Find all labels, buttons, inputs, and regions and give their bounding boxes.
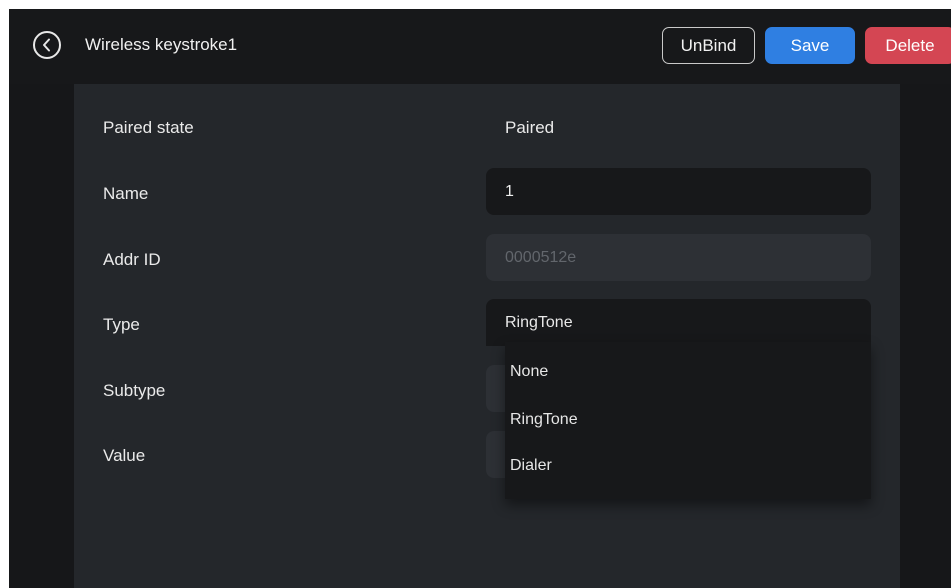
save-button[interactable]: Save: [765, 27, 855, 64]
paired-state-value: Paired: [505, 118, 555, 137]
dropdown-option-ringtone[interactable]: RingTone: [510, 410, 578, 430]
dropdown-option-none[interactable]: None: [510, 362, 548, 382]
type-dropdown-menu: None RingTone Dialer: [505, 342, 871, 499]
paired-state-label: Paired state: [103, 118, 194, 137]
name-field[interactable]: 1: [486, 168, 871, 215]
back-button[interactable]: [33, 31, 61, 59]
app-screen: Wireless keystroke1 UnBind Save Delete P…: [9, 9, 951, 588]
unbind-button[interactable]: UnBind: [662, 27, 755, 64]
dropdown-option-dialer[interactable]: Dialer: [510, 456, 552, 476]
type-select[interactable]: RingTone: [486, 299, 871, 346]
name-label: Name: [103, 184, 149, 203]
top-bar: Wireless keystroke1 UnBind Save Delete: [9, 9, 951, 84]
type-label: Type: [103, 315, 140, 334]
chevron-left-icon: [43, 38, 50, 52]
addr-id-label: Addr ID: [103, 250, 161, 269]
value-label: Value: [103, 446, 146, 465]
subtype-label: Subtype: [103, 381, 166, 400]
settings-panel: Paired state Paired Name 1 Addr ID 00005…: [74, 84, 900, 588]
delete-button[interactable]: Delete: [865, 27, 951, 64]
page-title: Wireless keystroke1: [85, 35, 238, 54]
addr-id-field: 0000512e: [486, 234, 871, 281]
